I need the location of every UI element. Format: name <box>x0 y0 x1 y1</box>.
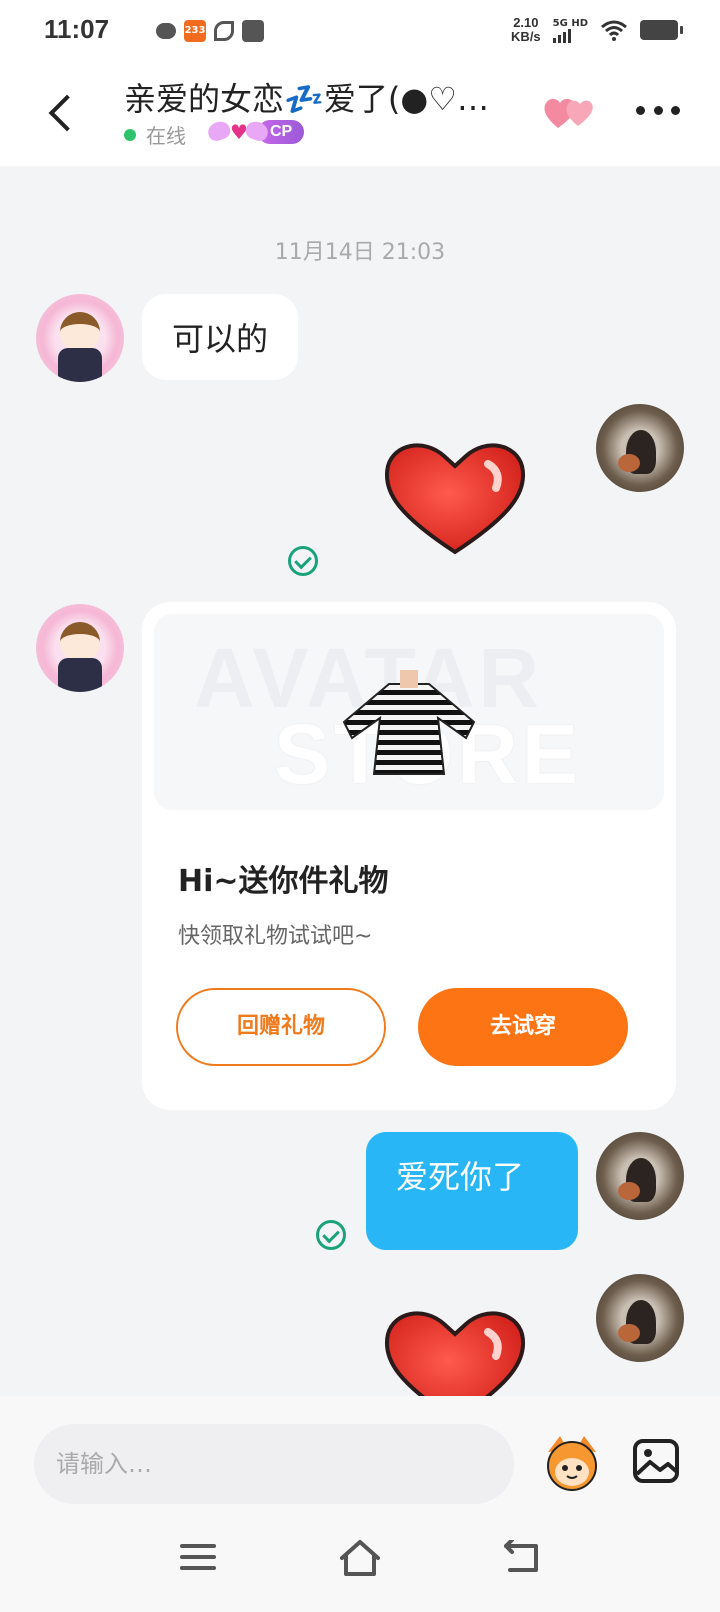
system-status: 2.10 KB/s 5G HD <box>511 16 683 44</box>
gift-image: AVATAR STORE <box>154 614 664 810</box>
online-status: 在线 <box>146 124 186 148</box>
heart-sticker[interactable] <box>380 1304 530 1396</box>
read-check-icon <box>288 546 318 576</box>
winged-heart-icon: ♥ <box>205 118 271 146</box>
gift-subtitle: 快领取礼物试试吧~ <box>178 924 373 949</box>
status-bar: 11:07 233 2.10 KB/s 5G HD <box>0 0 720 62</box>
image-picker-icon[interactable] <box>632 1438 680 1484</box>
net-speed: 2.10 KB/s <box>511 16 541 44</box>
wechat-icon <box>156 23 176 39</box>
striped-sweater-image <box>342 670 476 775</box>
my-avatar[interactable] <box>596 1274 684 1362</box>
cp-badge[interactable]: ♥ CP <box>205 118 305 146</box>
leaf-icon <box>214 21 234 41</box>
my-avatar[interactable] <box>596 404 684 492</box>
heart-sticker[interactable] <box>380 436 530 556</box>
status-time: 11:07 <box>44 14 110 44</box>
signal-icon: 5G HD <box>552 17 588 43</box>
message-bubble-incoming[interactable]: 可以的 <box>142 294 299 380</box>
battery-icon <box>640 20 683 40</box>
read-check-icon <box>316 1220 346 1250</box>
more-options-icon[interactable] <box>636 106 680 118</box>
recent-apps-icon[interactable] <box>180 1544 216 1574</box>
app-233-icon: 233 <box>184 20 206 42</box>
online-dot-icon <box>124 129 136 141</box>
bag-icon <box>242 20 264 42</box>
message-input[interactable] <box>34 1424 514 1504</box>
back-button[interactable] <box>40 90 80 140</box>
net-speed-value: 2.10 <box>513 15 539 30</box>
contact-avatar[interactable] <box>36 294 124 382</box>
system-nav-bar <box>0 1508 720 1612</box>
try-on-button[interactable]: 去试穿 <box>418 988 628 1066</box>
my-avatar[interactable] <box>596 1132 684 1220</box>
message-bubble-outgoing[interactable]: 爱死你了 <box>366 1132 578 1250</box>
wifi-icon <box>601 20 627 41</box>
chat-header: 亲爱的女恋💤爱了(●♡… 在线 ♥ CP <box>0 62 720 166</box>
message-timestamp: 11月14日 21:03 <box>274 240 446 265</box>
net-speed-unit: KB/s <box>511 29 541 44</box>
input-bar <box>0 1396 720 1508</box>
double-heart-icon[interactable] <box>542 92 596 132</box>
gift-card[interactable]: AVATAR STORE Hi~送你件礼物 快领取礼物试试吧~ 回赠礼物 去试穿 <box>142 602 676 1110</box>
chat-title: 亲爱的女恋💤爱了(●♡… <box>124 80 489 118</box>
mascot-emoji-icon[interactable] <box>540 1432 604 1492</box>
return-gift-button[interactable]: 回赠礼物 <box>176 988 386 1066</box>
gift-title: Hi~送你件礼物 <box>178 864 389 899</box>
contact-avatar[interactable] <box>36 604 124 692</box>
back-nav-icon[interactable] <box>502 1540 540 1576</box>
home-icon[interactable] <box>338 1538 382 1578</box>
notification-icons: 233 <box>156 20 264 42</box>
signal-label: 5G HD <box>552 17 588 29</box>
message-list[interactable]: 11月14日 21:03 可以的 AVATAR STORE <box>0 166 720 1396</box>
